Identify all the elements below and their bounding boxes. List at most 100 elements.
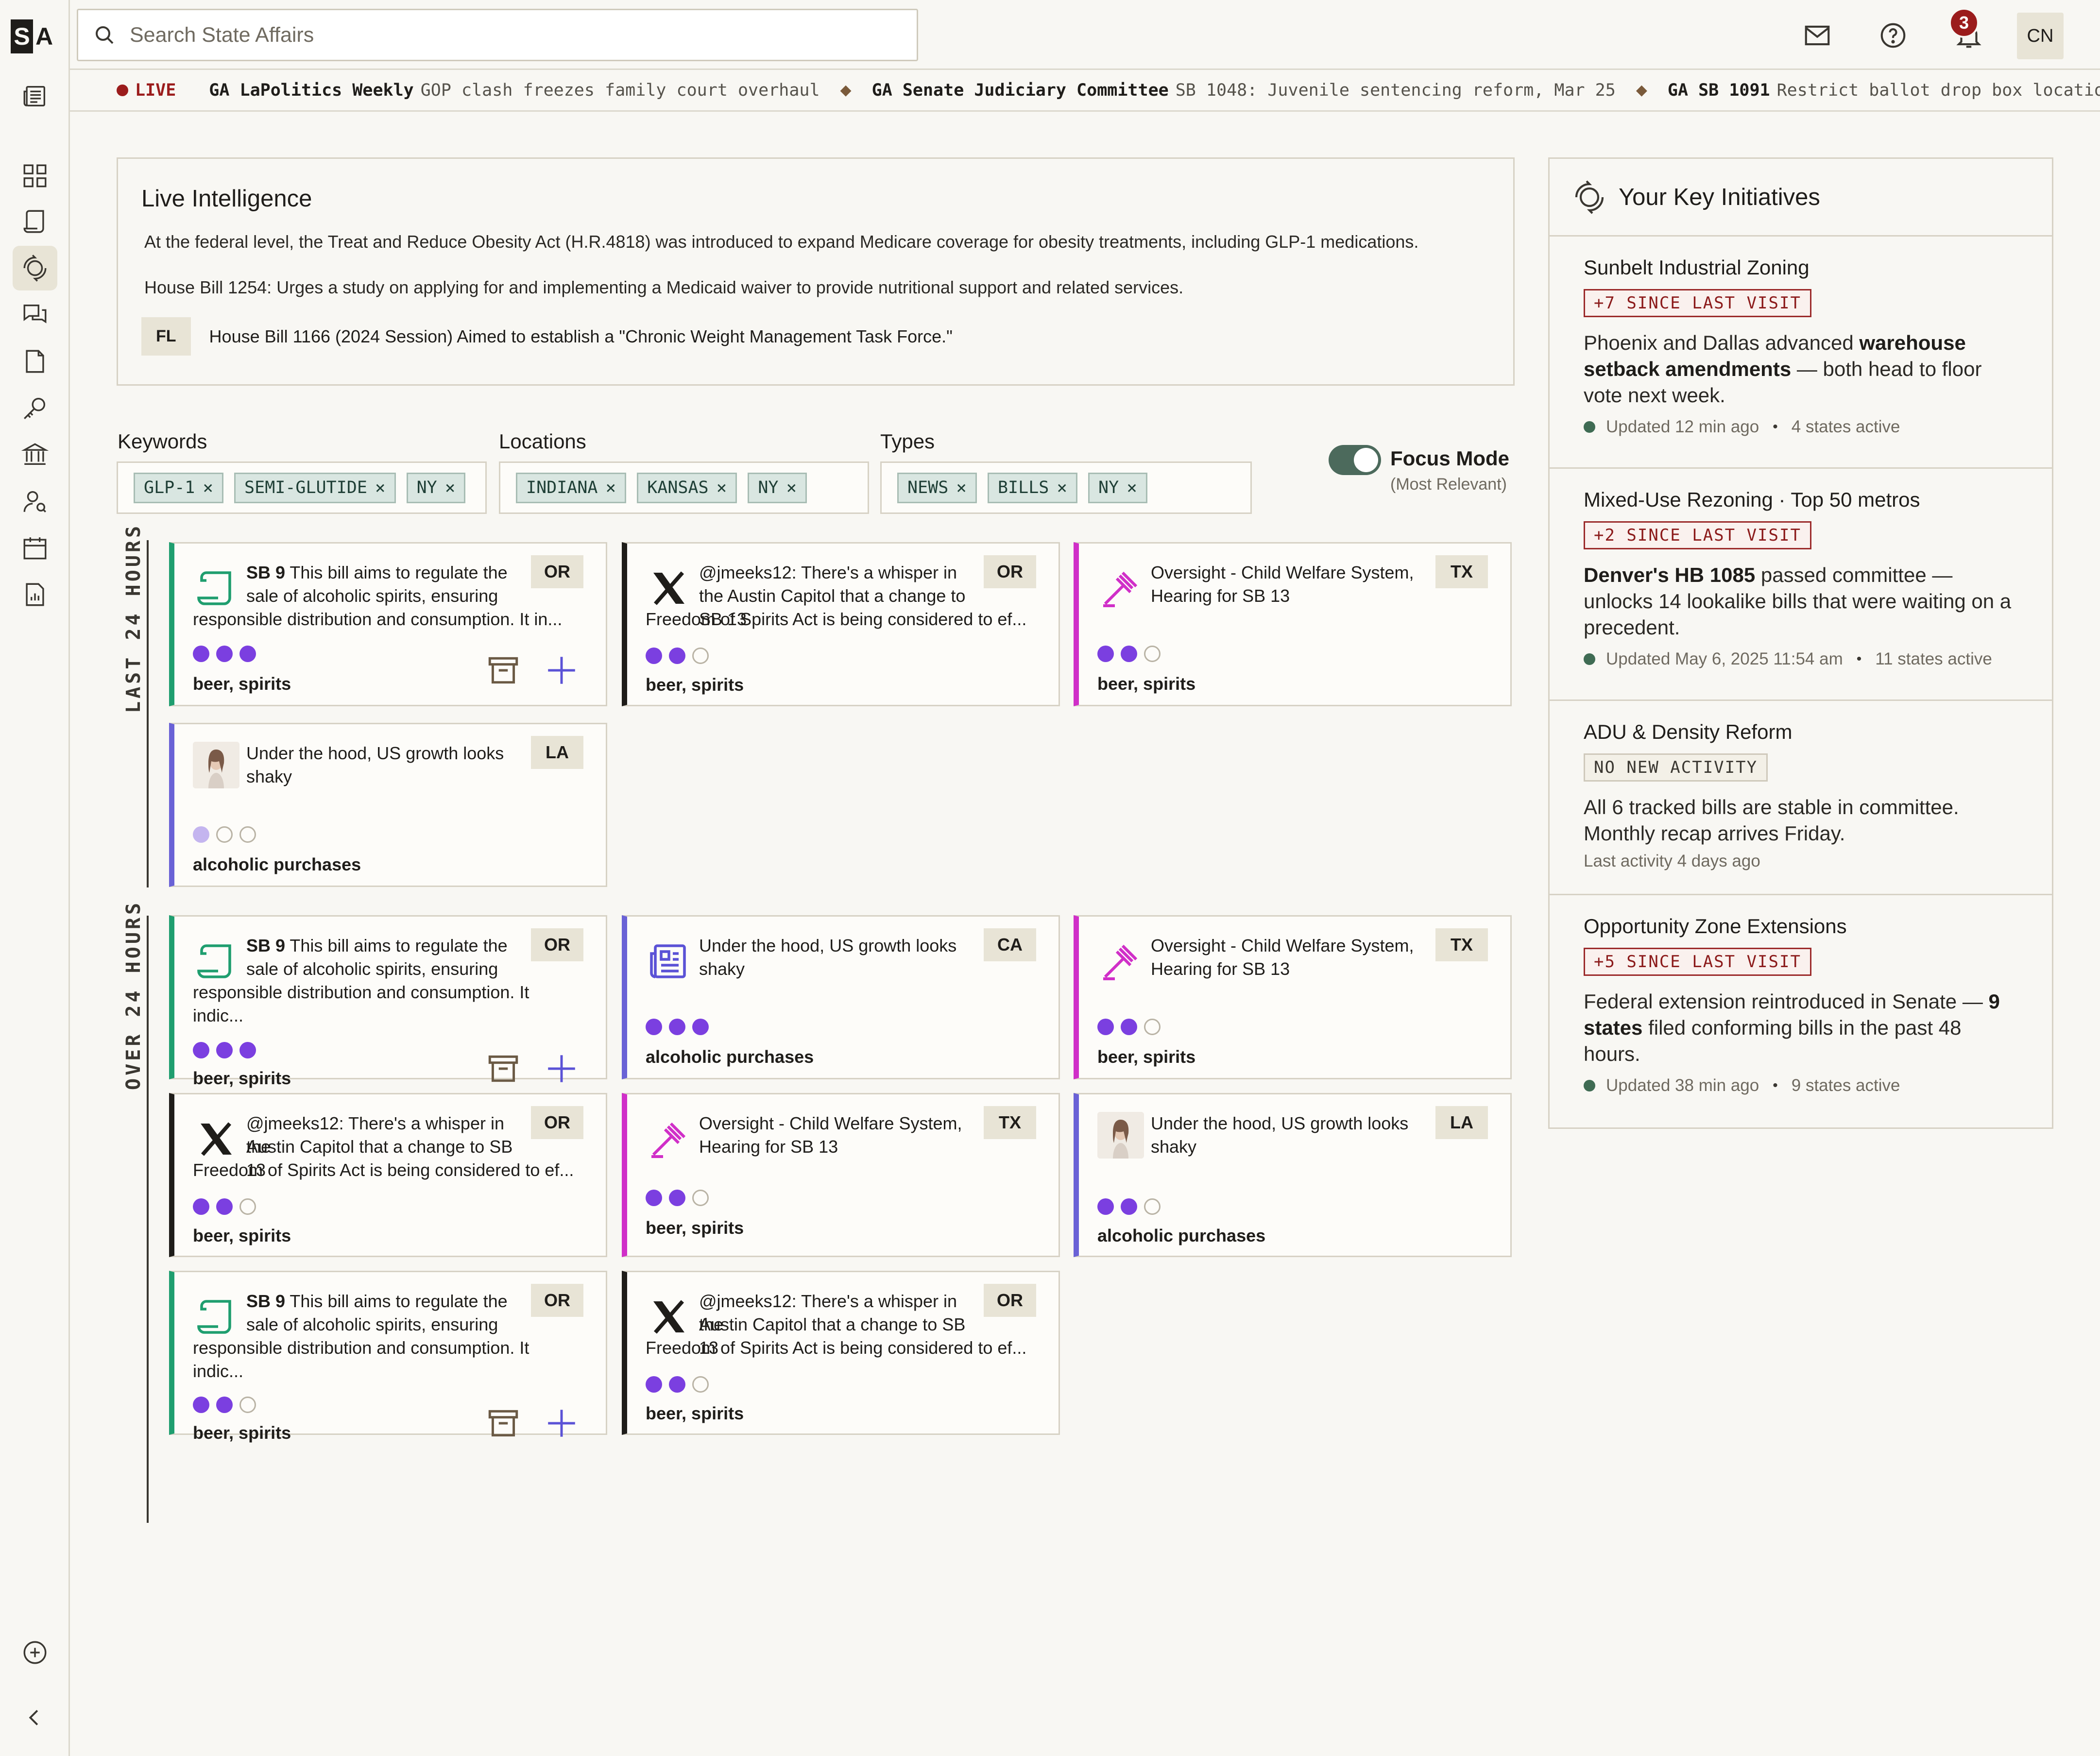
archive-icon[interactable] <box>485 1051 521 1087</box>
remove-chip-icon[interactable]: × <box>1057 478 1067 498</box>
relevance-dots <box>646 1376 716 1393</box>
search-input[interactable] <box>130 23 858 47</box>
card-summary-cont: responsible distribution and consumption… <box>193 1338 529 1381</box>
rail-bills-icon[interactable] <box>13 199 57 244</box>
ticker-item[interactable]: GA SB 1091 Restrict ballot drop box locat… <box>1668 81 2100 100</box>
state-affairs-logo[interactable]: S A <box>11 19 55 53</box>
card-text: Oversight - Child Welfare System, Hearin… <box>1151 563 1414 606</box>
add-icon[interactable] <box>544 1051 580 1087</box>
remove-chip-icon[interactable]: × <box>445 478 456 498</box>
rail-dashboard-icon[interactable] <box>13 153 57 198</box>
keywords-filter[interactable]: GLP-1 × SEMI-GLUTIDE × NY × <box>117 461 487 514</box>
rail-collapse-icon[interactable] <box>13 1695 57 1740</box>
feed-card-hearing[interactable]: Oversight - Child Welfare System, Hearin… <box>1074 915 1512 1079</box>
state-badge: OR <box>531 555 583 588</box>
relevance-dots <box>193 1397 263 1413</box>
feed-card-bill[interactable]: SB 9 This bill aims to regulate the sale… <box>169 915 607 1088</box>
initiative-summary: Phoenix and Dallas advanced warehouse se… <box>1584 331 1982 407</box>
help-icon[interactable] <box>1874 17 1912 54</box>
type-chip[interactable]: BILLS × <box>987 472 1078 503</box>
activity-badge: +2 SINCE LAST VISIT <box>1584 521 1811 549</box>
section-divider-line <box>147 916 149 1523</box>
location-chip[interactable]: INDIANA × <box>516 472 627 503</box>
types-filter[interactable]: NEWS × BILLS × NY × <box>880 461 1252 514</box>
status-dot-icon <box>1584 1080 1595 1091</box>
focus-mode-toggle[interactable] <box>1329 445 1381 475</box>
keyword-chip[interactable]: GLP-1 × <box>134 472 224 503</box>
initiative-item[interactable]: Mixed-Use Rezoning · Top 50 metros +2 SI… <box>1550 469 2052 701</box>
remove-chip-icon[interactable]: × <box>1127 478 1137 498</box>
activity-badge: NO NEW ACTIVITY <box>1584 753 1768 782</box>
rail-calendar-icon[interactable] <box>13 526 57 570</box>
ticker-item[interactable]: GA Senate Judiciary Committee SB 1048: Ju… <box>872 81 1616 100</box>
remove-chip-icon[interactable]: × <box>203 478 213 498</box>
ticker-item-title: GA Senate Judiciary Committee <box>871 80 1169 100</box>
initiative-summary: Federal extension reintroduced in Senate… <box>1584 990 2000 1065</box>
card-summary: This bill aims to regulate the sale of a… <box>246 563 508 606</box>
feed-card-social[interactable]: @jmeeks12: There's a whisper in the Aust… <box>169 1093 607 1257</box>
type-chip[interactable]: NEWS × <box>897 472 977 503</box>
search-box[interactable] <box>77 9 918 61</box>
keyword-chip[interactable]: SEMI-GLUTIDE × <box>234 472 396 503</box>
diamond-icon: ◆ <box>840 82 852 98</box>
card-tags: beer, spirits <box>193 1423 291 1443</box>
intel-item[interactable]: House Bill 1254: Urges a study on applyi… <box>144 277 1513 298</box>
card-tags: beer, spirits <box>193 1068 291 1088</box>
ticker-item[interactable]: GA LaPolitics Weekly GOP clash freezes fa… <box>209 81 820 100</box>
feed-card-bill[interactable]: SB 9 This bill aims to regulate the sale… <box>169 542 607 706</box>
rail-documents-icon[interactable] <box>13 339 57 384</box>
remove-chip-icon[interactable]: × <box>717 478 727 498</box>
rail-people-search-icon[interactable] <box>13 479 57 524</box>
mail-icon[interactable] <box>1798 17 1836 54</box>
remove-chip-icon[interactable]: × <box>786 478 797 498</box>
card-text: SB 9 This bill aims to regulate the sale… <box>246 1290 518 1336</box>
intel-item[interactable]: At the federal level, the Treat and Redu… <box>144 232 1513 252</box>
archive-icon[interactable] <box>485 652 521 688</box>
card-text: Oversight - Child Welfare System, Hearin… <box>1151 936 1414 979</box>
rail-government-icon[interactable] <box>13 432 57 477</box>
relevance-dots <box>646 1019 716 1035</box>
rail-messages-icon[interactable] <box>13 292 57 337</box>
newspaper-icon <box>650 944 686 978</box>
remove-chip-icon[interactable]: × <box>375 478 386 498</box>
ticker-item-text: Restrict ballot drop box locations <box>1776 80 2100 100</box>
location-chip[interactable]: NY × <box>748 472 807 503</box>
feed-card-hearing[interactable]: Oversight - Child Welfare System, Hearin… <box>1074 542 1512 706</box>
add-icon[interactable] <box>544 1405 580 1441</box>
bill-scroll-icon <box>197 944 231 978</box>
locations-filter[interactable]: INDIANA × KANSAS × NY × <box>499 461 869 514</box>
initiative-item[interactable]: Sunbelt Industrial Zoning +7 SINCE LAST … <box>1550 237 2052 469</box>
rail-add-icon[interactable] <box>13 1630 57 1675</box>
initiative-item[interactable]: ADU & Density Reform NO NEW ACTIVITY All… <box>1550 701 2052 895</box>
key-initiatives-title: Your Key Initiatives <box>1619 184 1820 210</box>
state-badge: TX <box>1435 928 1488 961</box>
feed-card-social[interactable]: @jmeeks12: There's a whisper in the Aust… <box>622 1271 1060 1435</box>
feed-card-news[interactable]: Under the hood, US growth looks shaky CA… <box>622 915 1060 1079</box>
focus-mode-label: Focus Mode <box>1390 447 1510 470</box>
initiative-item[interactable]: Opportunity Zone Extensions +5 SINCE LAS… <box>1550 895 2052 1125</box>
type-chip[interactable]: NY × <box>1088 472 1147 503</box>
feed-card-news[interactable]: Under the hood, US growth looks shaky LA… <box>169 723 607 887</box>
feed-card-hearing[interactable]: Oversight - Child Welfare System, Hearin… <box>622 1093 1060 1257</box>
remove-chip-icon[interactable]: × <box>606 478 616 498</box>
left-rail: S A <box>0 0 70 1756</box>
relevance-dots <box>193 826 263 843</box>
remove-chip-icon[interactable]: × <box>956 478 967 498</box>
add-icon[interactable] <box>544 652 580 688</box>
location-chip[interactable]: KANSAS × <box>637 472 737 503</box>
keyword-chip[interactable]: NY × <box>406 472 466 503</box>
rail-news-icon[interactable] <box>13 74 57 119</box>
rail-key-icon[interactable] <box>13 386 57 430</box>
state-badge: LA <box>531 736 583 769</box>
feed-card-news[interactable]: Under the hood, US growth looks shaky LA… <box>1074 1093 1512 1257</box>
rail-reports-icon[interactable] <box>13 572 57 617</box>
state-badge: LA <box>1435 1106 1488 1139</box>
archive-icon[interactable] <box>485 1405 521 1441</box>
rail-initiatives-icon[interactable] <box>13 246 57 290</box>
card-text: SB 9 This bill aims to regulate the sale… <box>246 561 518 608</box>
feed-card-bill[interactable]: SB 9 This bill aims to regulate the sale… <box>169 1271 607 1443</box>
intel-item[interactable]: FL House Bill 1166 (2024 Session) Aimed … <box>141 317 1513 356</box>
card-summary: This bill aims to regulate the sale of a… <box>246 1291 508 1334</box>
user-avatar[interactable]: CN <box>2017 13 2064 59</box>
feed-card-social[interactable]: @jmeeks12: There's a whisper in the Aust… <box>622 542 1060 706</box>
